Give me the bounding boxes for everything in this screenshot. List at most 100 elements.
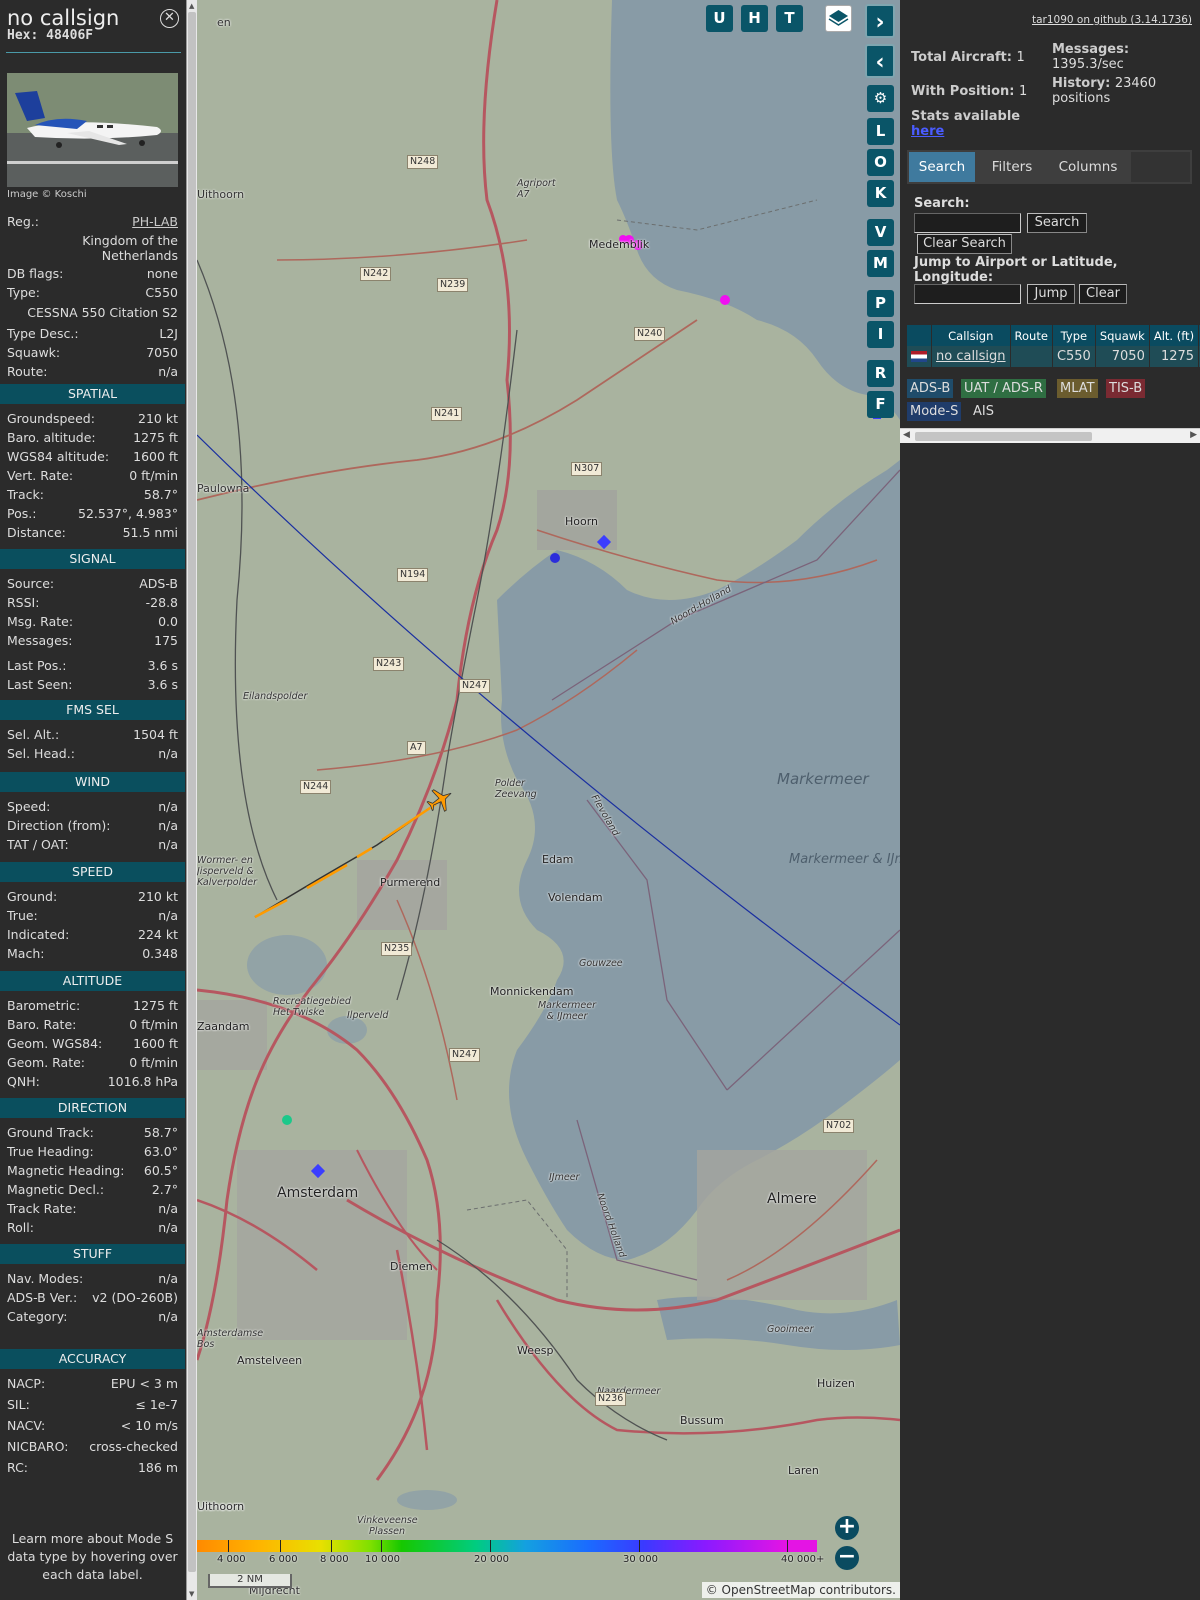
sidebar-scroll-thumb[interactable] (188, 12, 196, 1572)
table-horizontal-scrollbar[interactable]: ◀ ▶ (900, 428, 1200, 443)
map-button-i[interactable]: I (867, 321, 894, 348)
speed-label[interactable]: Mach: (7, 946, 44, 961)
clear-search-button[interactable]: Clear Search (917, 234, 1012, 254)
altitude-label[interactable]: Geom. Rate: (7, 1055, 85, 1070)
source-badge-adsb[interactable]: ADS-B (907, 379, 954, 398)
direction-label[interactable]: Ground Track: (7, 1125, 94, 1140)
map-button-p[interactable]: P (867, 290, 894, 317)
fms-label[interactable]: Sel. Alt.: (7, 727, 59, 742)
jump-input[interactable] (914, 284, 1021, 304)
signal-label[interactable]: Last Seen: (7, 677, 72, 692)
altitude-label[interactable]: Baro. Rate: (7, 1017, 76, 1032)
selected-aircraft-icon[interactable] (425, 785, 455, 815)
signal-label[interactable]: Msg. Rate: (7, 614, 73, 629)
stuff-label[interactable]: ADS-B Ver.: (7, 1290, 77, 1305)
speed-label[interactable]: True: (7, 908, 38, 923)
wind-label[interactable]: TAT / OAT: (7, 837, 69, 852)
direction-label[interactable]: Magnetic Decl.: (7, 1182, 104, 1197)
altitude-label[interactable]: Geom. WGS84: (7, 1036, 102, 1051)
table-row[interactable]: no callsign C550 7050 1275 (907, 346, 1200, 367)
github-link[interactable]: tar1090 on github (3.14.1736) (1032, 14, 1192, 26)
spatial-label[interactable]: Vert. Rate: (7, 468, 73, 483)
section-header-stuff[interactable]: STUFF (0, 1244, 185, 1264)
clear-button[interactable]: Clear (1079, 284, 1127, 304)
map-button-l[interactable]: L (867, 118, 894, 145)
signal-label[interactable]: Last Pos.: (7, 658, 66, 673)
table-scroll-thumb[interactable] (915, 432, 1092, 441)
column-header-altitude[interactable]: Alt. (ft) (1149, 325, 1200, 346)
tab-columns[interactable]: Columns (1047, 152, 1129, 182)
source-badge-mlat[interactable]: MLAT (1057, 379, 1098, 398)
scroll-left-arrow-icon[interactable]: ◀ (903, 430, 910, 440)
map-button-o[interactable]: O (867, 149, 894, 176)
map-attribution[interactable]: © OpenStreetMap contributors. (701, 1582, 900, 1598)
chevron-left-icon[interactable]: ‹ (865, 44, 895, 78)
direction-label[interactable]: Roll: (7, 1220, 34, 1235)
accuracy-label[interactable]: RC: (7, 1460, 28, 1475)
stuff-label[interactable]: Nav. Modes: (7, 1271, 83, 1286)
signal-label[interactable]: Messages: (7, 633, 73, 648)
callsign-cell[interactable]: no callsign (931, 346, 1011, 367)
direction-label[interactable]: Magnetic Heading: (7, 1163, 124, 1178)
spatial-label[interactable]: Distance: (7, 525, 66, 540)
wind-label[interactable]: Speed: (7, 799, 50, 814)
accuracy-label[interactable]: NACP: (7, 1376, 45, 1391)
accuracy-label[interactable]: NACV: (7, 1418, 45, 1433)
spatial-label[interactable]: Track: (7, 487, 44, 502)
layers-icon[interactable] (825, 5, 852, 32)
altitude-label[interactable]: Barometric: (7, 998, 80, 1013)
map-button-h[interactable]: H (741, 5, 768, 32)
map-button-v[interactable]: V (867, 219, 894, 246)
settings-gear-icon[interactable]: ⚙ (867, 85, 894, 112)
section-header-spatial[interactable]: SPATIAL (0, 384, 185, 404)
scroll-down-arrow-icon[interactable]: ▼ (189, 1590, 194, 1598)
map-button-k[interactable]: K (867, 180, 894, 207)
spatial-label[interactable]: Baro. altitude: (7, 430, 96, 445)
direction-label[interactable]: True Heading: (7, 1144, 94, 1159)
column-header-callsign[interactable]: Callsign (931, 325, 1011, 346)
search-button[interactable]: Search (1027, 213, 1087, 233)
tab-search[interactable]: Search (909, 152, 975, 182)
zoom-in-button[interactable]: + (835, 1516, 859, 1540)
speed-label[interactable]: Ground: (7, 889, 57, 904)
column-header-squawk[interactable]: Squawk (1095, 325, 1150, 346)
map-button-u[interactable]: U (706, 5, 733, 32)
section-header-signal[interactable]: SIGNAL (0, 549, 185, 569)
aircraft-photo[interactable] (7, 73, 178, 187)
section-header-direction[interactable]: DIRECTION (0, 1098, 185, 1118)
source-badge-tisb[interactable]: TIS-B (1106, 379, 1146, 398)
map-button-m[interactable]: M (867, 250, 894, 277)
spatial-label[interactable]: Pos.: (7, 506, 36, 521)
section-header-altitude[interactable]: ALTITUDE (0, 971, 185, 991)
jump-button[interactable]: Jump (1027, 284, 1075, 304)
stuff-label[interactable]: Category: (7, 1309, 67, 1324)
scroll-right-arrow-icon[interactable]: ▶ (1190, 430, 1197, 440)
source-badge-modes[interactable]: Mode-S (907, 402, 962, 421)
wind-label[interactable]: Direction (from): (7, 818, 111, 833)
speed-label[interactable]: Indicated: (7, 927, 69, 942)
close-icon[interactable]: ✕ (160, 9, 179, 28)
section-header-accuracy[interactable]: ACCURACY (0, 1349, 185, 1369)
fms-label[interactable]: Sel. Head.: (7, 746, 75, 761)
stats-link[interactable]: here (911, 124, 944, 139)
scroll-up-arrow-icon[interactable]: ▲ (189, 2, 194, 10)
map-button-t[interactable]: T (776, 5, 803, 32)
accuracy-label[interactable]: SIL: (7, 1397, 30, 1412)
signal-label[interactable]: Source: (7, 576, 54, 591)
spatial-label[interactable]: WGS84 altitude: (7, 449, 109, 464)
spatial-label[interactable]: Groundspeed: (7, 411, 95, 426)
map-view[interactable]: en Uithoorn Paulowna Hoorn Purmerend Eda… (197, 0, 900, 1600)
column-header-route[interactable]: Route (1010, 325, 1053, 346)
column-header-type[interactable]: Type (1052, 325, 1096, 346)
registration-link[interactable]: PH-LAB (132, 214, 178, 229)
source-badge-ais[interactable]: AIS (970, 402, 997, 421)
accuracy-label[interactable]: NICBARO: (7, 1439, 68, 1454)
zoom-out-button[interactable]: − (835, 1546, 859, 1570)
source-badge-uat[interactable]: UAT / ADS-R (961, 379, 1046, 398)
map-button-r[interactable]: R (867, 360, 894, 387)
tab-filters[interactable]: Filters (979, 152, 1045, 182)
section-header-fms[interactable]: FMS SEL (0, 700, 185, 720)
chevron-right-icon[interactable]: › (865, 4, 895, 38)
section-header-wind[interactable]: WIND (0, 772, 185, 792)
map-button-f[interactable]: F (867, 391, 894, 418)
